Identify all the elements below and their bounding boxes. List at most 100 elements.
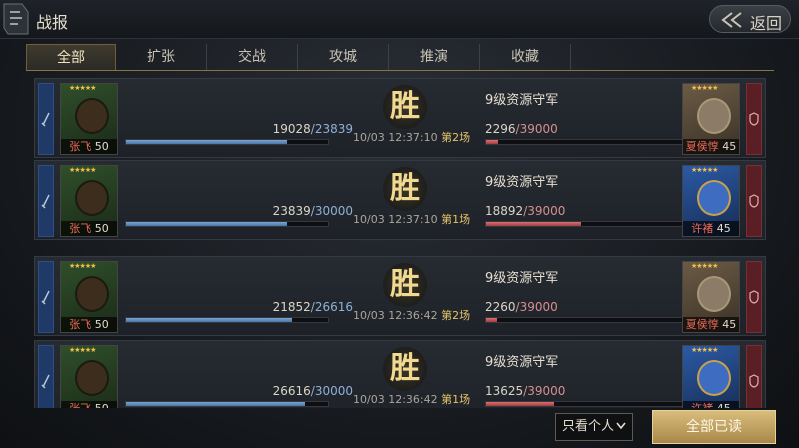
- hero-troops: 21852/26616: [273, 300, 353, 314]
- enemy-troops-max: /39000: [523, 204, 566, 218]
- star-rating: ★★★★★: [691, 84, 718, 92]
- tab-siege[interactable]: 攻城: [298, 44, 389, 70]
- defense-side-marker: [746, 261, 762, 333]
- enemy-name: 9级资源守军: [485, 93, 559, 108]
- battle-time-value: 10/03 12:37:10: [353, 131, 438, 144]
- enemy-portrait[interactable]: ★★★★★ 夏侯惇 45: [682, 261, 740, 333]
- top-bar: 战报 返回: [0, 0, 799, 39]
- hero-troops-max: /30000: [310, 204, 353, 218]
- battle-time: 10/03 12:37:10 第1场: [353, 211, 470, 227]
- hero-troops: 23839/30000: [273, 204, 353, 218]
- hero-portrait[interactable]: ★★★★★ 张飞 50: [60, 261, 118, 333]
- enemy-troop-fill: [486, 318, 498, 322]
- enemy-troop-bar: [485, 401, 683, 407]
- tab-battle[interactable]: 交战: [207, 44, 298, 70]
- sword-icon: [41, 194, 50, 209]
- enemy-troops: 2296/39000: [485, 122, 558, 136]
- enemy-hero-level: 45: [722, 140, 737, 153]
- enemy-troop-fill: [486, 402, 555, 406]
- enemy-portrait[interactable]: ★★★★★ 许褚 45: [682, 345, 740, 408]
- battle-round: 第1场: [441, 393, 471, 406]
- hero-troop-bar: [125, 401, 329, 407]
- tab-favorites[interactable]: 收藏: [480, 44, 571, 70]
- shield-icon: [749, 112, 759, 126]
- filter-label: 只看个人: [562, 419, 615, 434]
- report-row[interactable]: ★★★★★ 张飞 50 21852/26616 胜 10/03 12:36:42…: [34, 256, 766, 336]
- hero-name: 张飞: [69, 140, 92, 153]
- back-button[interactable]: 返回: [709, 5, 791, 33]
- enemy-name: 9级资源守军: [485, 355, 559, 370]
- enemy-troops-max: /39000: [515, 300, 558, 314]
- enemy-troop-bar: [485, 139, 683, 145]
- star-rating: ★★★★★: [69, 166, 96, 174]
- enemy-troop-fill: [486, 140, 498, 144]
- back-label: 返回: [750, 14, 783, 33]
- hero-namebar: 张飞 50: [61, 401, 117, 408]
- enemy-name: 9级资源守军: [485, 175, 559, 190]
- hero-troop-fill: [126, 222, 287, 226]
- hero-troops-current: 26616: [272, 384, 311, 398]
- bottom-bar: 只看个人 全部已读: [0, 408, 799, 448]
- hero-face: [75, 98, 109, 134]
- enemy-troops: 18892/39000: [485, 204, 565, 218]
- hero-troop-fill: [126, 318, 292, 322]
- tab-all[interactable]: 全部: [26, 44, 116, 70]
- victory-seal: 胜: [383, 85, 427, 129]
- hero-portrait[interactable]: ★★★★★ 张飞 50: [60, 83, 118, 155]
- hero-troops-current: 19028: [272, 122, 311, 136]
- attack-side-marker: [38, 83, 54, 155]
- page-title: 战报: [36, 13, 69, 32]
- enemy-portrait[interactable]: ★★★★★ 夏侯惇 45: [682, 83, 740, 155]
- attack-side-marker: [38, 261, 54, 333]
- report-row[interactable]: ★★★★★ 张飞 50 19028/23839 胜 10/03 12:37:10…: [34, 78, 766, 158]
- enemy-troops: 13625/39000: [485, 384, 565, 398]
- battle-time: 10/03 12:36:42 第1场: [353, 391, 470, 407]
- sword-icon: [41, 112, 50, 127]
- hero-troop-bar: [125, 317, 329, 323]
- hero-namebar: 张飞 50: [61, 139, 117, 154]
- tab-simulation[interactable]: 推演: [389, 44, 480, 70]
- hero-face: [75, 276, 109, 312]
- hero-portrait[interactable]: ★★★★★ 张飞 50: [60, 345, 118, 408]
- hero-name: 张飞: [69, 222, 92, 235]
- chevron-down-icon: [616, 422, 626, 430]
- attack-side-marker: [38, 345, 54, 408]
- enemy-portrait[interactable]: ★★★★★ 许褚 45: [682, 165, 740, 237]
- enemy-hero-name: 夏侯惇: [685, 140, 719, 153]
- enemy-namebar: 夏侯惇 45: [683, 317, 739, 332]
- hero-troop-fill: [126, 140, 288, 144]
- enemy-face: [697, 360, 731, 396]
- star-rating: ★★★★★: [691, 166, 718, 174]
- tab-expand[interactable]: 扩张: [116, 44, 207, 70]
- report-row[interactable]: ★★★★★ 张飞 50 23839/30000 胜 10/03 12:37:10…: [34, 160, 766, 240]
- enemy-troops-current: 2260: [485, 300, 516, 314]
- star-rating: ★★★★★: [691, 262, 718, 270]
- personal-filter-select[interactable]: 只看个人: [555, 413, 633, 441]
- shield-icon: [749, 194, 759, 208]
- enemy-troop-bar: [485, 221, 683, 227]
- enemy-face: [697, 276, 731, 312]
- back-arrow-icon: [721, 12, 742, 28]
- hero-level: 50: [94, 222, 109, 235]
- defense-side-marker: [746, 345, 762, 408]
- enemy-troops-current: 2296: [485, 122, 516, 136]
- hero-troops-current: 21852: [272, 300, 311, 314]
- battle-time: 10/03 12:36:42 第2场: [353, 307, 470, 323]
- shield-icon: [749, 290, 759, 304]
- battle-time-value: 10/03 12:37:10: [353, 213, 438, 226]
- hero-face: [75, 180, 109, 216]
- attack-side-marker: [38, 165, 54, 237]
- hero-portrait[interactable]: ★★★★★ 张飞 50: [60, 165, 118, 237]
- enemy-face: [697, 180, 731, 216]
- report-row[interactable]: ★★★★★ 张飞 50 26616/30000 胜 10/03 12:36:42…: [34, 340, 766, 408]
- victory-seal: 胜: [383, 167, 427, 211]
- hero-face: [75, 360, 109, 396]
- hero-troops-max: /26616: [310, 300, 353, 314]
- hero-troops-current: 23839: [272, 204, 311, 218]
- battle-round: 第1场: [441, 213, 471, 226]
- star-rating: ★★★★★: [69, 84, 96, 92]
- hero-level: 50: [94, 140, 109, 153]
- hero-troop-bar: [125, 221, 329, 227]
- mark-all-read-button[interactable]: 全部已读: [652, 410, 776, 444]
- enemy-hero-name: 许褚: [691, 222, 714, 235]
